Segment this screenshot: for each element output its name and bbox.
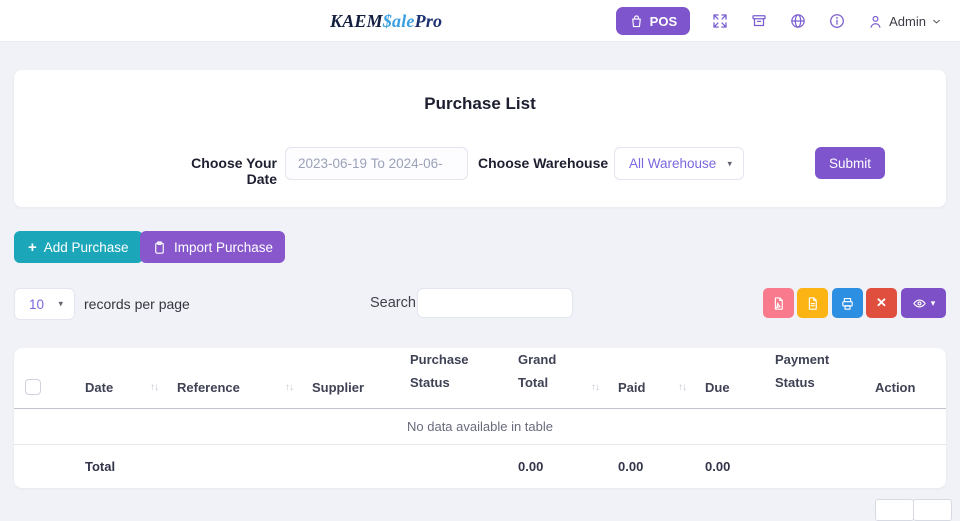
clipboard-icon	[152, 240, 167, 255]
logo-part-kaem: KAEM	[330, 11, 383, 31]
records-per-page-value: 10	[29, 297, 44, 312]
import-purchase-label: Import Purchase	[174, 240, 273, 255]
plus-icon: +	[28, 240, 37, 255]
purchase-table: Date ↑↓ Reference ↑↓ Supplier Purchase Sta…	[14, 348, 946, 488]
warehouse-select-value: All Warehouse	[629, 156, 716, 171]
total-label: Total	[74, 444, 166, 488]
column-header-payment-status: Payment Status	[764, 348, 864, 408]
export-pdf-button[interactable]	[763, 288, 794, 318]
column-label: Supplier	[312, 380, 364, 395]
date-filter-label: Choose Your Date	[160, 155, 277, 187]
fullscreen-icon[interactable]	[711, 12, 729, 30]
search-input[interactable]	[417, 288, 573, 318]
add-purchase-label: Add Purchase	[44, 240, 129, 255]
cash-drawer-icon[interactable]	[750, 12, 768, 30]
logo-part-pro: Pro	[415, 11, 443, 31]
column-header-action: Action	[864, 348, 946, 408]
warehouse-filter-label: Choose Warehouse	[478, 155, 608, 171]
purchase-table-card: Date ↑↓ Reference ↑↓ Supplier Purchase Sta…	[14, 348, 946, 488]
pdf-file-icon	[771, 296, 786, 311]
records-per-page-select[interactable]: 10 ▾	[14, 288, 75, 320]
sort-icon: ↑↓	[591, 382, 599, 395]
admin-label: Admin	[889, 14, 926, 29]
printer-icon	[840, 296, 855, 311]
warehouse-select[interactable]: All Warehouse ▾	[614, 147, 744, 180]
column-label: Grand Total	[518, 349, 556, 395]
chevron-down-icon	[931, 16, 942, 27]
empty-message: No data available in table	[14, 408, 946, 444]
caret-down-icon: ▾	[58, 298, 63, 309]
topbar-actions: POS Admin	[616, 0, 942, 42]
sort-icon: ↑↓	[150, 382, 158, 395]
column-header-supplier: Supplier	[301, 348, 399, 408]
column-label: Reference	[177, 380, 240, 395]
sort-icon: ↑↓	[285, 382, 293, 395]
add-purchase-button[interactable]: + Add Purchase	[14, 231, 143, 263]
total-grand-total: 0.00	[507, 444, 607, 488]
purchase-filter-card	[14, 70, 946, 207]
column-header-purchase-status: Purchase Status	[399, 348, 507, 408]
sort-icon: ↑↓	[678, 382, 686, 395]
pos-button[interactable]: POS	[616, 7, 690, 35]
select-all-checkbox[interactable]	[25, 379, 41, 395]
column-header-due: Due	[694, 348, 764, 408]
shopping-bag-icon	[629, 14, 644, 29]
records-per-page-label: records per page	[84, 296, 190, 312]
print-button[interactable]	[832, 288, 863, 318]
search-label: Search	[370, 295, 416, 311]
date-range-input[interactable]: 2023-06-19 To 2024-06-	[285, 147, 468, 180]
file-text-icon	[805, 296, 820, 311]
column-header-grand-total[interactable]: Grand Total ↑↓	[507, 348, 607, 408]
import-purchase-button[interactable]: Import Purchase	[140, 231, 285, 263]
column-label: Paid	[618, 380, 645, 395]
column-header-paid[interactable]: Paid ↑↓	[607, 348, 694, 408]
user-icon	[867, 13, 884, 30]
table-header-row: Date ↑↓ Reference ↑↓ Supplier Purchase Sta…	[14, 348, 946, 408]
app-logo: KAEM$alePro	[330, 0, 442, 42]
export-file-button[interactable]	[797, 288, 828, 318]
column-header-reference[interactable]: Reference ↑↓	[166, 348, 301, 408]
pagination	[876, 499, 952, 521]
pagination-next-button[interactable]	[913, 499, 952, 521]
clear-button[interactable]: ✕	[866, 288, 897, 318]
column-label: Purchase Status	[410, 349, 469, 395]
info-icon[interactable]	[828, 12, 846, 30]
caret-down-icon: ▾	[727, 158, 732, 169]
empty-row: No data available in table	[14, 408, 946, 444]
close-icon: ✕	[876, 295, 887, 311]
date-range-value: 2023-06-19 To 2024-06-	[298, 156, 443, 171]
total-row: Total 0.00 0.00 0.00	[14, 444, 946, 488]
globe-icon[interactable]	[789, 12, 807, 30]
column-label: Action	[875, 380, 915, 395]
top-navbar: KAEM$alePro POS Admin	[0, 0, 960, 42]
admin-menu[interactable]: Admin	[867, 13, 942, 30]
pagination-previous-button[interactable]	[875, 499, 914, 521]
logo-part-sale: $ale	[383, 11, 415, 31]
submit-button[interactable]: Submit	[815, 147, 885, 179]
column-label: Payment Status	[775, 349, 829, 395]
column-header-date[interactable]: Date ↑↓	[74, 348, 166, 408]
total-paid: 0.00	[607, 444, 694, 488]
eye-icon	[912, 296, 927, 311]
column-label: Due	[705, 380, 730, 395]
pos-button-label: POS	[650, 14, 677, 29]
column-visibility-button[interactable]: ▾	[901, 288, 946, 318]
column-label: Date	[85, 380, 113, 395]
header-select-all	[14, 348, 74, 408]
page-title: Purchase List	[14, 94, 946, 114]
total-due: 0.00	[694, 444, 764, 488]
caret-down-icon: ▾	[931, 298, 936, 309]
